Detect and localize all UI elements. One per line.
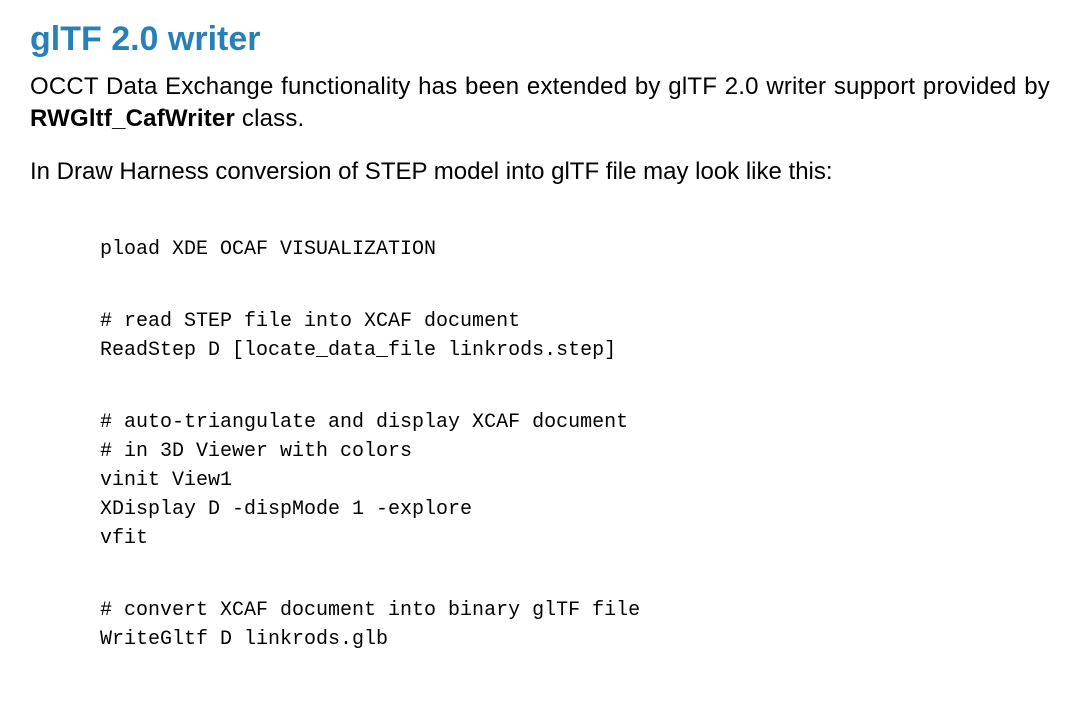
code-line: XDisplay D -dispMode 1 -explore — [100, 498, 472, 521]
para1-text-before: OCCT Data Exchange functionality has bee… — [30, 73, 1050, 100]
code-group-4: # convert XCAF document into binary glTF… — [100, 596, 1050, 654]
code-line: # in 3D Viewer with colors — [100, 440, 412, 463]
para1-text-after: class. — [235, 105, 304, 132]
example-intro-paragraph: In Draw Harness conversion of STEP model… — [30, 156, 1050, 188]
para1-class-name: RWGltf_CafWriter — [30, 105, 235, 132]
code-line: vinit View1 — [100, 469, 232, 492]
code-line: WriteGltf D linkrods.glb — [100, 628, 388, 651]
intro-paragraph: OCCT Data Exchange functionality has bee… — [30, 71, 1050, 136]
code-line: ReadStep D [locate_data_file linkrods.st… — [100, 339, 616, 362]
code-block: pload XDE OCAF VISUALIZATION # read STEP… — [30, 206, 1050, 683]
code-group-2: # read STEP file into XCAF document Read… — [100, 307, 1050, 365]
code-line: # convert XCAF document into binary glTF… — [100, 599, 640, 622]
code-group-3: # auto-triangulate and display XCAF docu… — [100, 408, 1050, 553]
section-heading: glTF 2.0 writer — [30, 20, 1050, 59]
code-line: vfit — [100, 527, 148, 550]
code-line: # read STEP file into XCAF document — [100, 310, 520, 333]
code-group-1: pload XDE OCAF VISUALIZATION — [100, 235, 1050, 264]
code-line: pload XDE OCAF VISUALIZATION — [100, 238, 436, 261]
code-line: # auto-triangulate and display XCAF docu… — [100, 411, 628, 434]
